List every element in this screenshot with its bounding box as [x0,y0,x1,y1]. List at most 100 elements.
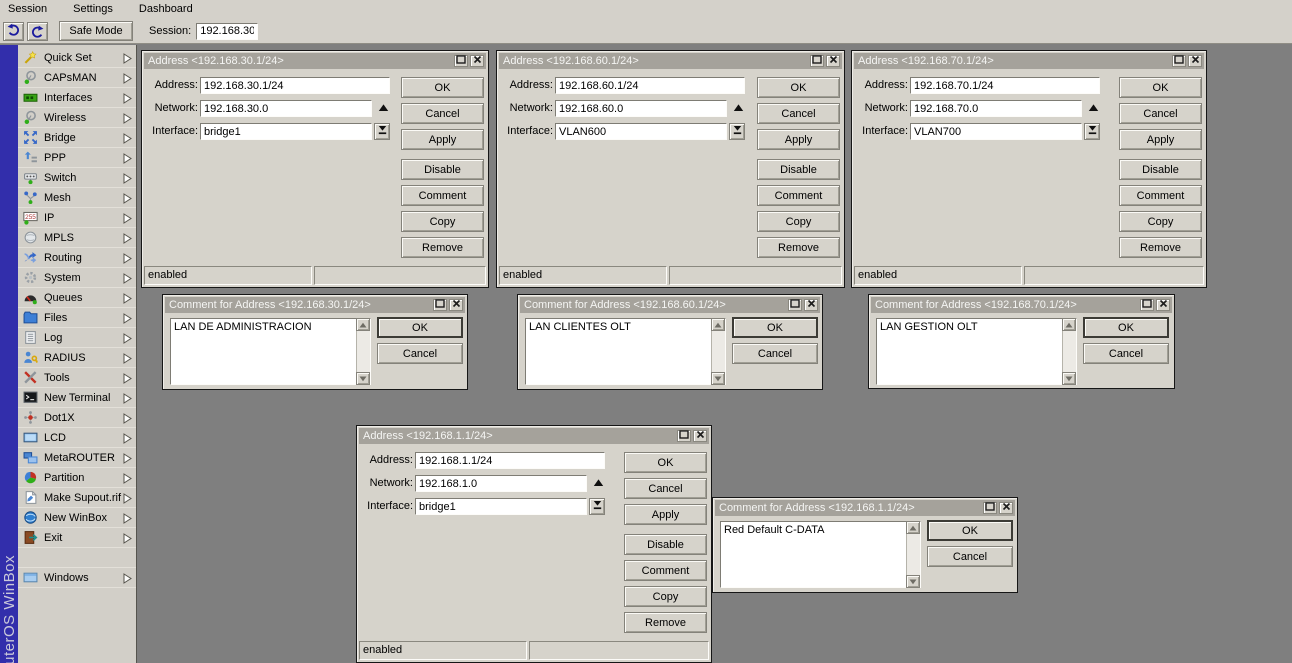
ok-button[interactable]: OK [732,317,818,338]
copy-button[interactable]: Copy [401,211,484,232]
scrollbar[interactable] [711,319,725,384]
network-input[interactable] [555,100,727,117]
address-input[interactable] [415,452,605,469]
close-button[interactable] [693,430,707,442]
apply-button[interactable]: Apply [624,504,707,525]
address-input[interactable] [200,77,390,94]
sidebar-item-switch[interactable]: Switch [18,168,136,188]
copy-button[interactable]: Copy [757,211,840,232]
session-input[interactable] [196,23,258,40]
disable-button[interactable]: Disable [401,159,484,180]
apply-button[interactable]: Apply [757,129,840,150]
sidebar-item-metarouter[interactable]: MetaROUTER [18,448,136,468]
disable-button[interactable]: Disable [624,534,707,555]
sidebar-item-dot1x[interactable]: Dot1X [18,408,136,428]
scroll-down-button[interactable] [711,372,725,385]
remove-button[interactable]: Remove [1119,237,1202,258]
sidebar-item-mesh[interactable]: Mesh [18,188,136,208]
sidebar-item-system[interactable]: System [18,268,136,288]
interface-dropdown-button[interactable] [1084,123,1100,140]
sidebar-item-log[interactable]: Log [18,328,136,348]
dialog-titlebar[interactable]: Address <192.168.30.1/24> [144,53,486,69]
sidebar-item-wireless[interactable]: Wireless [18,108,136,128]
maximize-button[interactable] [810,55,824,67]
sidebar-item-ip[interactable]: 255 IP [18,208,136,228]
disable-button[interactable]: Disable [1119,159,1202,180]
cancel-button[interactable]: Cancel [377,343,463,364]
dialog-titlebar[interactable]: Address <192.168.1.1/24> [359,428,709,444]
close-button[interactable] [804,299,818,311]
redo-button[interactable] [27,22,48,41]
comment-textarea[interactable]: LAN GESTION OLT [876,318,1077,385]
ok-button[interactable]: OK [624,452,707,473]
maximize-button[interactable] [433,299,447,311]
sidebar-item-lcd[interactable]: LCD [18,428,136,448]
remove-button[interactable]: Remove [401,237,484,258]
ok-button[interactable]: OK [377,317,463,338]
network-up-button[interactable] [593,478,604,490]
apply-button[interactable]: Apply [401,129,484,150]
interface-input[interactable] [555,123,727,140]
close-button[interactable] [470,55,484,67]
scroll-down-button[interactable] [906,575,920,588]
network-input[interactable] [910,100,1082,117]
comment-button[interactable]: Comment [1119,185,1202,206]
sidebar-item-files[interactable]: Files [18,308,136,328]
menubar-item-session[interactable]: Session [8,1,55,17]
remove-button[interactable]: Remove [624,612,707,633]
comment-textarea[interactable]: LAN CLIENTES OLT [525,318,726,385]
scroll-up-button[interactable] [711,318,725,331]
sidebar-item-interfaces[interactable]: Interfaces [18,88,136,108]
scrollbar[interactable] [356,319,370,384]
close-button[interactable] [826,55,840,67]
ok-button[interactable]: OK [757,77,840,98]
network-up-button[interactable] [378,103,389,115]
close-button[interactable] [1156,299,1170,311]
ok-button[interactable]: OK [927,520,1013,541]
comment-textarea[interactable]: LAN DE ADMINISTRACION [170,318,371,385]
undo-button[interactable] [3,22,24,41]
sidebar-item-routing[interactable]: Routing [18,248,136,268]
sidebar-item-mpls[interactable]: MPLS [18,228,136,248]
sidebar-item-bridge[interactable]: Bridge [18,128,136,148]
ok-button[interactable]: OK [1119,77,1202,98]
maximize-button[interactable] [1172,55,1186,67]
ok-button[interactable]: OK [1083,317,1169,338]
sidebar-item-windows[interactable]: Windows [18,568,136,588]
close-button[interactable] [1188,55,1202,67]
menubar-item-dashboard[interactable]: Dashboard [139,1,201,17]
scroll-up-button[interactable] [906,521,920,534]
address-input[interactable] [555,77,745,94]
ok-button[interactable]: OK [401,77,484,98]
address-input[interactable] [910,77,1100,94]
interface-dropdown-button[interactable] [374,123,390,140]
network-up-button[interactable] [1088,103,1099,115]
sidebar-item-queues[interactable]: Queues [18,288,136,308]
sidebar-item-radius[interactable]: RADIUS [18,348,136,368]
comment-button[interactable]: Comment [401,185,484,206]
comment-textarea[interactable]: Red Default C-DATA [720,521,921,588]
safe-mode-button[interactable]: Safe Mode [59,21,133,41]
close-button[interactable] [449,299,463,311]
sidebar-item-quick-set[interactable]: Quick Set [18,48,136,68]
interface-input[interactable] [910,123,1082,140]
menubar-item-settings[interactable]: Settings [73,1,121,17]
copy-button[interactable]: Copy [624,586,707,607]
dialog-titlebar[interactable]: Address <192.168.70.1/24> [854,53,1204,69]
close-button[interactable] [999,502,1013,514]
apply-button[interactable]: Apply [1119,129,1202,150]
interface-dropdown-button[interactable] [729,123,745,140]
interface-dropdown-button[interactable] [589,498,605,515]
dialog-titlebar[interactable]: Comment for Address <192.168.30.1/24> [165,297,465,313]
sidebar-item-ppp[interactable]: PPP [18,148,136,168]
maximize-button[interactable] [1140,299,1154,311]
sidebar-item-capsman[interactable]: CAPsMAN [18,68,136,88]
sidebar-item-new-terminal[interactable]: New Terminal [18,388,136,408]
cancel-button[interactable]: Cancel [1119,103,1202,124]
scroll-up-button[interactable] [356,318,370,331]
scroll-up-button[interactable] [1062,318,1076,331]
comment-button[interactable]: Comment [757,185,840,206]
scrollbar[interactable] [906,522,920,587]
sidebar-item-partition[interactable]: Partition [18,468,136,488]
cancel-button[interactable]: Cancel [732,343,818,364]
